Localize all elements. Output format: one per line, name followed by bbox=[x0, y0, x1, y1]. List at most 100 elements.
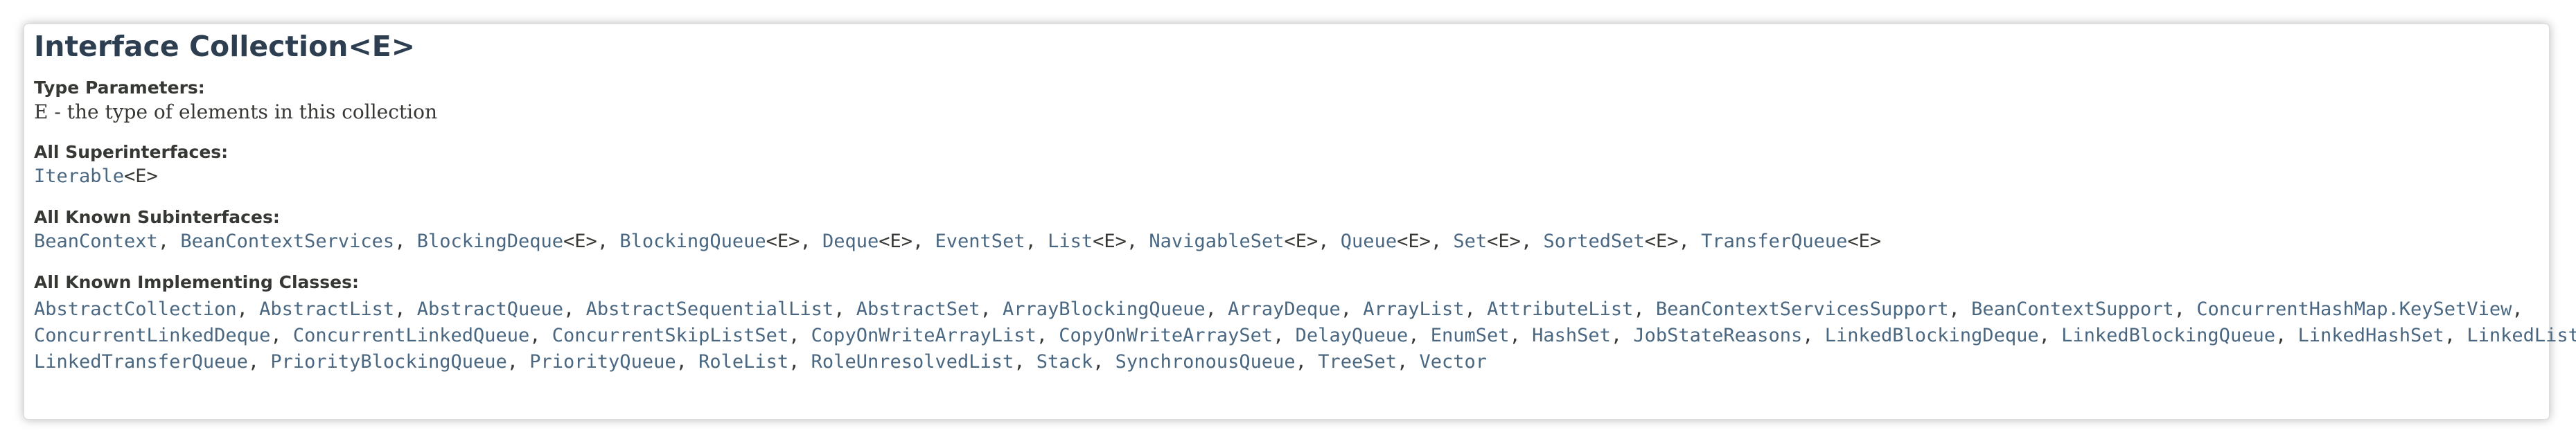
list-separator: , bbox=[597, 231, 620, 252]
list-separator: , bbox=[1397, 351, 1420, 373]
list-separator: , bbox=[1025, 231, 1048, 252]
class-link[interactable]: AttributeList bbox=[1487, 298, 1633, 320]
list-separator: , bbox=[833, 298, 856, 320]
type-generic-parameter: <E> bbox=[766, 231, 800, 252]
list-separator: , bbox=[912, 231, 935, 252]
class-link[interactable]: EnumSet bbox=[1431, 325, 1510, 346]
class-link[interactable]: ConcurrentLinkedDeque bbox=[34, 325, 270, 346]
implementing-classes-label: All Known Implementing Classes: bbox=[34, 272, 360, 292]
type-parameters-text: E - the type of elements in this collect… bbox=[34, 100, 438, 123]
type-generic-parameter: <E> bbox=[563, 231, 597, 252]
type-generic-parameter: <E> bbox=[1284, 231, 1318, 252]
list-separator: , bbox=[1520, 231, 1544, 252]
interface-description-panel: Interface Collection<E> Type Parameters:… bbox=[24, 24, 2576, 420]
page-title: Interface Collection<E> bbox=[34, 30, 416, 63]
list-separator: , bbox=[1318, 231, 1341, 252]
type-link[interactable]: BeanContext bbox=[34, 231, 158, 252]
class-link[interactable]: TreeSet bbox=[1318, 351, 1397, 373]
class-link[interactable]: LinkedBlockingDeque bbox=[1825, 325, 2039, 346]
type-link[interactable]: TransferQueue bbox=[1701, 231, 1847, 252]
class-link[interactable]: ConcurrentSkipListSet bbox=[552, 325, 788, 346]
class-link[interactable]: LinkedHashSet bbox=[2297, 325, 2444, 346]
list-separator: , bbox=[2275, 325, 2298, 346]
type-link[interactable]: Deque bbox=[822, 231, 879, 252]
list-separator: , bbox=[980, 298, 1003, 320]
list-separator: , bbox=[800, 231, 822, 252]
type-generic-parameter: <E> bbox=[1093, 231, 1127, 252]
list-separator: , bbox=[394, 231, 417, 252]
list-separator: , bbox=[506, 351, 530, 373]
list-separator: , bbox=[1205, 298, 1228, 320]
list-separator: , bbox=[529, 325, 552, 346]
class-link[interactable]: SynchronousQueue bbox=[1115, 351, 1296, 373]
subinterfaces-label: All Known Subinterfaces: bbox=[34, 207, 280, 227]
class-link[interactable]: AbstractSequentialList bbox=[586, 298, 834, 320]
type-generic-parameter: <E> bbox=[879, 231, 913, 252]
list-separator: , bbox=[1678, 231, 1702, 252]
list-separator: , bbox=[2173, 298, 2197, 320]
list-separator: , bbox=[676, 351, 699, 373]
class-link[interactable]: Stack bbox=[1036, 351, 1093, 373]
list-separator: , bbox=[1464, 298, 1488, 320]
class-link[interactable]: LinkedBlockingQueue bbox=[2061, 325, 2275, 346]
class-link[interactable]: CopyOnWriteArraySet bbox=[1059, 325, 1273, 346]
type-link[interactable]: Set bbox=[1453, 231, 1487, 252]
type-link[interactable]: List bbox=[1048, 231, 1093, 252]
type-generic-parameter: <E> bbox=[1644, 231, 1679, 252]
list-separator: , bbox=[394, 298, 417, 320]
class-link[interactable]: JobStateReasons bbox=[1633, 325, 1802, 346]
class-link[interactable]: ArrayDeque bbox=[1228, 298, 1341, 320]
type-link[interactable]: BeanContextServices bbox=[180, 231, 394, 252]
superinterfaces-section: All Superinterfaces: Iterable<E> bbox=[34, 141, 2549, 190]
class-link[interactable]: AbstractSet bbox=[856, 298, 980, 320]
type-link[interactable]: Queue bbox=[1341, 231, 1397, 252]
list-separator: , bbox=[2512, 298, 2523, 320]
type-link[interactable]: Iterable bbox=[34, 166, 124, 187]
class-link[interactable]: LinkedList bbox=[2467, 325, 2576, 346]
list-separator: , bbox=[788, 351, 811, 373]
class-link[interactable]: RoleList bbox=[698, 351, 788, 373]
superinterfaces-label: All Superinterfaces: bbox=[34, 142, 229, 162]
subinterfaces-list: BeanContext, BeanContextServices, Blocki… bbox=[34, 229, 2549, 255]
type-generic-parameter: <E> bbox=[1847, 231, 1882, 252]
type-link[interactable]: NavigableSet bbox=[1149, 231, 1284, 252]
class-link[interactable]: PriorityQueue bbox=[529, 351, 676, 373]
class-link[interactable]: ConcurrentLinkedQueue bbox=[293, 325, 529, 346]
implementing-classes-line: AbstractCollection, AbstractList, Abstra… bbox=[34, 296, 2549, 323]
list-separator: , bbox=[1340, 298, 1364, 320]
list-separator: , bbox=[1036, 325, 1059, 346]
class-link[interactable]: AbstractCollection bbox=[34, 298, 237, 320]
list-separator: , bbox=[2038, 325, 2062, 346]
class-link[interactable]: AbstractList bbox=[259, 298, 394, 320]
list-separator: , bbox=[1295, 351, 1318, 373]
class-link[interactable]: LinkedTransferQueue bbox=[34, 351, 248, 373]
subinterfaces-section: All Known Subinterfaces: BeanContext, Be… bbox=[34, 206, 2549, 255]
class-link[interactable]: HashSet bbox=[1532, 325, 1611, 346]
list-separator: , bbox=[1802, 325, 1825, 346]
class-link[interactable]: ConcurrentHashMap.KeySetView bbox=[2196, 298, 2512, 320]
class-link[interactable]: CopyOnWriteArrayList bbox=[811, 325, 1036, 346]
class-link[interactable]: BeanContextSupport bbox=[1971, 298, 2174, 320]
type-parameters-label: Type Parameters: bbox=[34, 78, 205, 98]
type-generic-parameter: <E> bbox=[1487, 231, 1521, 252]
class-link[interactable]: BeanContextServicesSupport bbox=[1656, 298, 1949, 320]
implementing-classes-line: LinkedTransferQueue, PriorityBlockingQue… bbox=[34, 349, 2549, 375]
type-link[interactable]: BlockingQueue bbox=[619, 231, 766, 252]
type-link[interactable]: EventSet bbox=[935, 231, 1025, 252]
type-parameters-section: Type Parameters: E - the type of element… bbox=[34, 77, 2549, 125]
class-link[interactable]: ArrayList bbox=[1363, 298, 1464, 320]
list-separator: , bbox=[270, 325, 293, 346]
class-link[interactable]: ArrayBlockingQueue bbox=[1003, 298, 1206, 320]
type-link[interactable]: SortedSet bbox=[1543, 231, 1644, 252]
implementing-classes-list: AbstractCollection, AbstractList, Abstra… bbox=[34, 296, 2576, 375]
class-link[interactable]: RoleUnresolvedList bbox=[811, 351, 1014, 373]
class-link[interactable]: PriorityBlockingQueue bbox=[270, 351, 506, 373]
type-link[interactable]: BlockingDeque bbox=[417, 231, 563, 252]
class-link[interactable]: AbstractQueue bbox=[417, 298, 563, 320]
list-separator: , bbox=[1633, 298, 1656, 320]
class-link[interactable]: DelayQueue bbox=[1296, 325, 1409, 346]
implementing-classes-section: All Known Implementing Classes: Abstract… bbox=[34, 271, 2576, 375]
class-link[interactable]: Vector bbox=[1420, 351, 1488, 373]
type-generic-parameter: <E> bbox=[1397, 231, 1431, 252]
list-separator: , bbox=[1014, 351, 1036, 373]
